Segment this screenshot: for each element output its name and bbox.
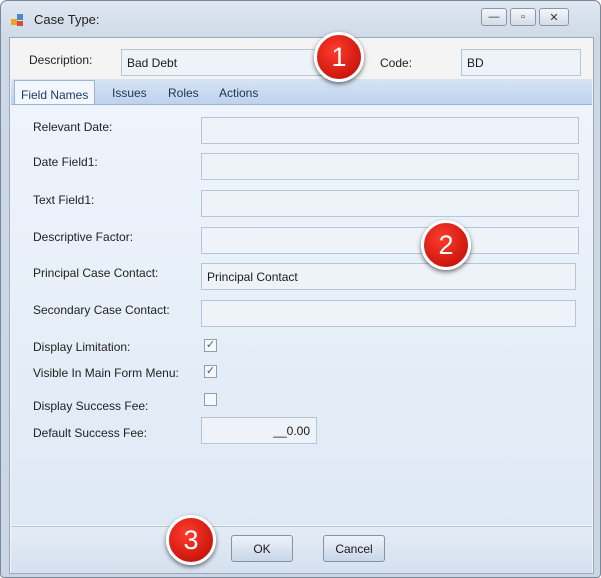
checkmark-icon: ✓ [205, 365, 216, 377]
ok-button[interactable]: OK [231, 535, 293, 562]
principal-contact-field[interactable]: Principal Contact [201, 263, 576, 290]
code-label: Code: [380, 56, 413, 70]
tab-field-names[interactable]: Field Names [14, 80, 96, 104]
visible-main-menu-label: Visible In Main Form Menu: [33, 366, 179, 380]
maximize-icon: ▫ [521, 11, 525, 23]
minimize-icon: — [488, 11, 500, 23]
maximize-button[interactable]: ▫ [510, 8, 536, 26]
window-title: Case Type: [34, 12, 100, 27]
relevant-date-label: Relevant Date: [33, 120, 113, 134]
tab-actions[interactable]: Actions [219, 86, 258, 100]
descriptive-factor-label: Descriptive Factor: [33, 230, 134, 244]
minimize-button[interactable]: — [481, 8, 507, 26]
dialog-footer: OK Cancel [11, 526, 592, 573]
tab-issues[interactable]: Issues [112, 86, 147, 100]
default-success-fee-field[interactable]: __0.00 [201, 417, 317, 444]
checkmark-icon: ✓ [205, 339, 216, 351]
relevant-date-field[interactable] [201, 117, 579, 144]
tab-strip: Field Names Issues Roles Actions [11, 79, 592, 105]
title-bar: Case Type: — ▫ ✕ [1, 1, 600, 37]
close-button[interactable]: ✕ [539, 8, 569, 26]
secondary-contact-field[interactable] [201, 300, 576, 327]
case-type-dialog: Case Type: — ▫ ✕ Description: Bad Debt C… [0, 0, 601, 578]
callout-badge-1: 1 [314, 32, 364, 82]
date-field1-label: Date Field1: [33, 155, 98, 169]
tab-roles[interactable]: Roles [168, 86, 199, 100]
date-field1-field[interactable] [201, 153, 579, 180]
display-success-fee-label: Display Success Fee: [33, 399, 149, 413]
dialog-body: Description: Bad Debt Code: BD Field Nam… [9, 37, 594, 574]
text-field1-field[interactable] [201, 190, 579, 217]
cancel-button[interactable]: Cancel [323, 535, 385, 562]
visible-main-menu-checkbox[interactable]: ✓ [204, 365, 217, 378]
display-limitation-label: Display Limitation: [33, 340, 131, 354]
description-field[interactable]: Bad Debt [121, 49, 347, 76]
text-field1-label: Text Field1: [33, 193, 95, 207]
default-success-fee-label: Default Success Fee: [33, 426, 148, 440]
description-label: Description: [29, 53, 93, 67]
callout-badge-2: 2 [421, 220, 471, 270]
field-names-panel: Relevant Date: Date Field1: Text Field1:… [11, 105, 592, 525]
callout-badge-3: 3 [166, 515, 216, 565]
app-icon [11, 14, 23, 26]
secondary-contact-label: Secondary Case Contact: [33, 303, 170, 317]
display-success-fee-checkbox[interactable] [204, 393, 217, 406]
descriptive-factor-field[interactable] [201, 227, 579, 254]
close-icon: ✕ [549, 11, 559, 24]
principal-contact-label: Principal Case Contact: [33, 266, 159, 280]
code-field[interactable]: BD [461, 49, 581, 76]
display-limitation-checkbox[interactable]: ✓ [204, 339, 217, 352]
